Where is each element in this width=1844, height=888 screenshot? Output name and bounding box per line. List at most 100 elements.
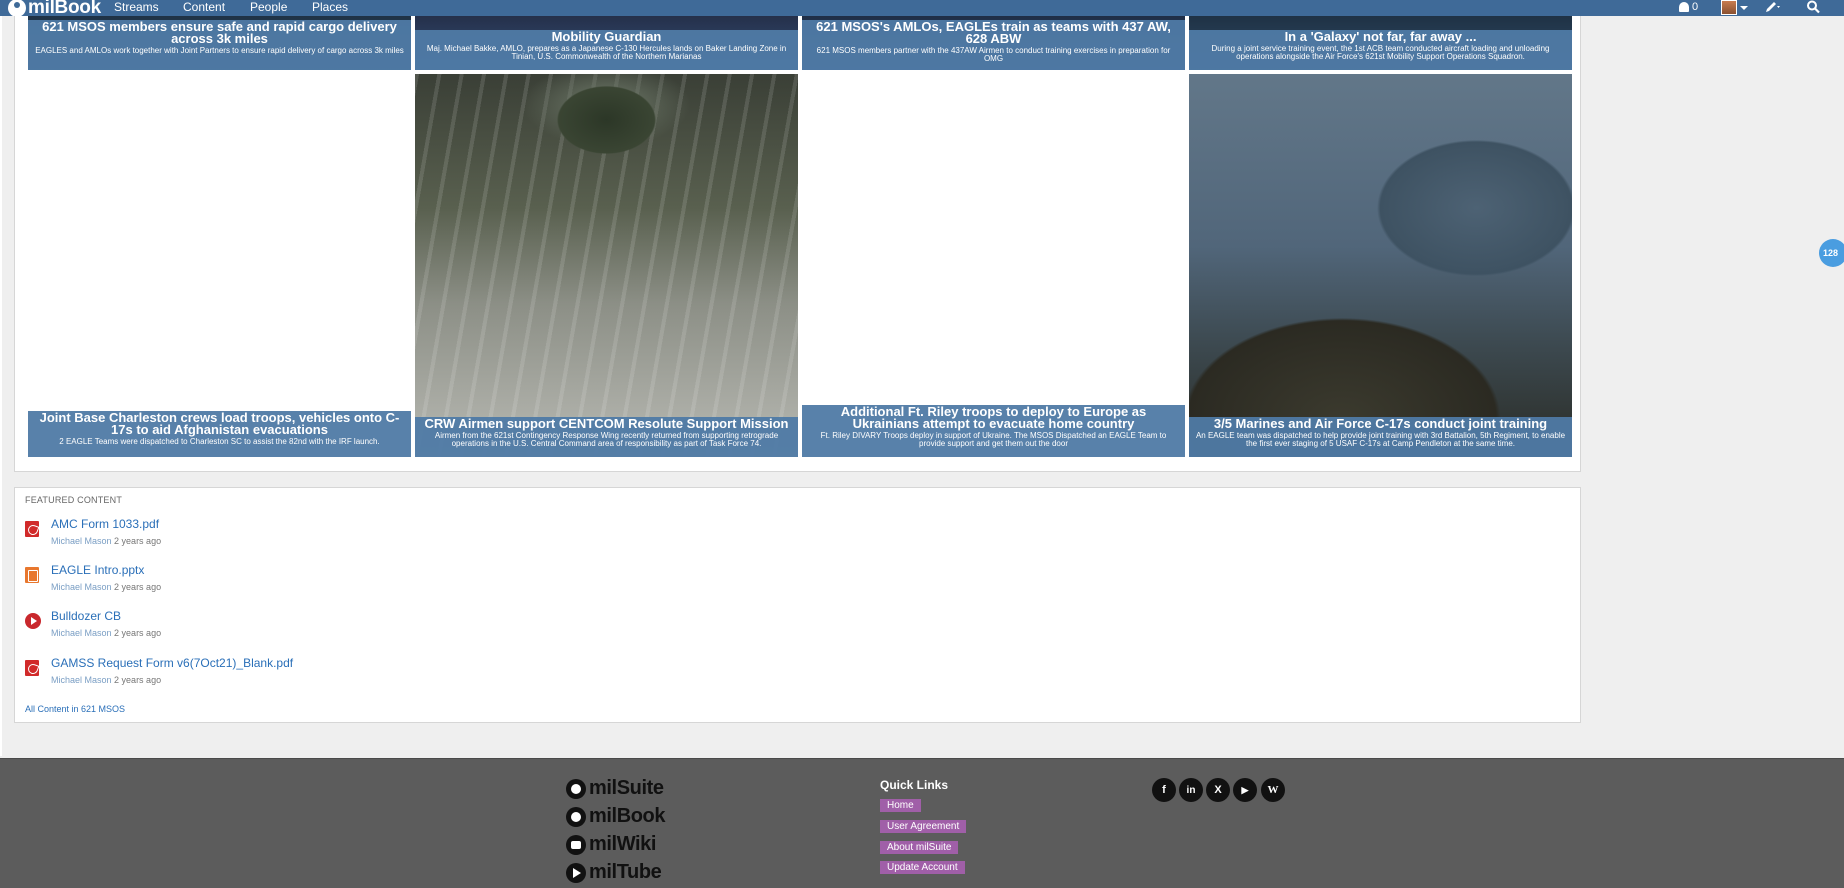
featured-item-title[interactable]: EAGLE Intro.pptx [51,563,144,577]
wikipedia-icon[interactable]: W [1261,778,1285,802]
featured-item-author[interactable]: Michael Mason [51,536,112,546]
tile-title: Additional Ft. Riley troops to deploy to… [840,404,1147,431]
quick-link-user-agreement[interactable]: User Agreement [880,820,967,833]
marines-c17-photo [1189,74,1572,457]
brand-label: milBook [589,805,666,827]
nav-content[interactable]: Content [183,0,225,14]
featured-item-age: 2 years ago [114,582,162,592]
brand-label: milSuite [589,777,664,799]
user-menu[interactable] [1721,0,1748,15]
featured-item-age: 2 years ago [114,536,162,546]
nav-people[interactable]: People [250,0,287,14]
tile-caption: Joint Base Charleston crews load troops,… [28,411,411,457]
tile-caption: 621 MSOS members ensure safe and rapid c… [28,20,411,70]
news-tile[interactable]: In a 'Galaxy' not far, far away ... Duri… [1189,16,1572,70]
linkedin-icon[interactable]: in [1179,778,1203,802]
tile-title: CRW Airmen support CENTCOM Resolute Supp… [424,416,789,431]
tile-caption: Mobility Guardian Maj. Michael Bakke, AM… [415,30,798,70]
tile-description: An EAGLE team was dispatched to help pro… [1195,431,1566,448]
milbook-logo[interactable]: milBook [8,0,101,16]
tile-description: EAGLES and AMLOs work together with Join… [35,46,404,55]
featured-item-title[interactable]: GAMSS Request Form v6(7Oct21)_Blank.pdf [51,656,293,670]
quick-link-update-account[interactable]: Update Account [880,861,965,874]
brand-label: milWiki [589,833,657,855]
tile-caption: 621 MSOS's AMLOs, EAGLEs train as teams … [802,20,1185,70]
milsuite-link[interactable]: milSuite [566,777,664,800]
floating-badge[interactable]: 128 [1819,239,1844,267]
notifications-button[interactable]: 0 [1679,0,1698,14]
news-tile[interactable]: Mobility Guardian Maj. Michael Bakke, AM… [415,16,798,70]
tile-caption: Additional Ft. Riley troops to deploy to… [802,405,1185,457]
search-button[interactable] [1806,0,1822,14]
brand-name: milBook [28,0,101,16]
milbook-link[interactable]: milBook [566,805,666,828]
tile-caption: 3/5 Marines and Air Force C-17s conduct … [1189,417,1572,457]
milwiki-link[interactable]: milWiki [566,833,656,856]
featured-item-meta: Michael Mason 2 years ago [51,628,161,638]
tile-title: Joint Base Charleston crews load troops,… [39,410,400,437]
news-tile[interactable]: CRW Airmen support CENTCOM Resolute Supp… [415,74,798,457]
avatar [1721,0,1737,15]
milbook-icon [566,806,586,827]
x-twitter-icon[interactable]: X [1206,778,1230,802]
tile-caption: In a 'Galaxy' not far, far away ... Duri… [1189,30,1572,70]
left-edge [0,16,2,756]
tile-title: 3/5 Marines and Air Force C-17s conduct … [1213,416,1548,431]
quick-link-about[interactable]: About milSuite [880,841,959,854]
pencil-icon [1766,2,1780,12]
all-content-link[interactable]: All Content in 621 MSOS [25,704,125,714]
news-tile[interactable]: Joint Base Charleston crews load troops,… [28,74,411,457]
tile-description: Ft. Riley DIVARY Troops deploy in suppor… [820,431,1167,448]
news-tile[interactable]: 621 MSOS members ensure safe and rapid c… [28,16,411,70]
tile-description: 2 EAGLE Teams were dispatched to Charles… [59,437,380,446]
tile-description: During a joint service training event, t… [1211,44,1550,61]
helicopter-cargo-photo [415,74,798,457]
search-icon [1807,0,1820,14]
featured-item-author[interactable]: Michael Mason [51,582,112,592]
nav-places[interactable]: Places [312,0,348,14]
featured-item-age: 2 years ago [114,628,162,638]
create-menu[interactable] [1764,0,1782,14]
top-navbar: milBook Streams Content People Places 0 [0,0,1844,16]
pdf-icon [25,521,39,537]
tile-title: Mobility Guardian [551,29,662,44]
play-icon [566,862,586,883]
youtube-icon[interactable]: ▶ [1233,778,1257,802]
bell-icon [1679,2,1689,12]
facebook-icon[interactable]: f [1152,778,1176,802]
quick-link-home[interactable]: Home [880,799,921,812]
footer: milSuite milBook milWiki milTube Quick L… [0,758,1844,888]
tile-description: 621 MSOS members partner with the 437AW … [816,46,1171,63]
milsuite-icon [566,778,586,799]
news-tile[interactable]: 621 MSOS's AMLOs, EAGLEs train as teams … [802,16,1185,70]
video-play-icon [25,613,41,629]
featured-item-title[interactable]: Bulldozer CB [51,609,121,623]
featured-item-author[interactable]: Michael Mason [51,628,112,638]
featured-content-heading: FEATURED CONTENT [25,495,123,505]
tile-title: In a 'Galaxy' not far, far away ... [1284,29,1477,44]
pdf-icon [25,660,39,676]
book-icon [566,834,586,855]
featured-item-meta: Michael Mason 2 years ago [51,582,161,592]
tile-description: Maj. Michael Bakke, AMLO, prepares as a … [426,44,787,61]
news-tiles-panel: 621 MSOS members ensure safe and rapid c… [14,16,1581,472]
miltube-link[interactable]: milTube [566,861,662,884]
nav-streams[interactable]: Streams [114,0,159,14]
featured-item-title[interactable]: AMC Form 1033.pdf [51,517,159,531]
notification-count: 0 [1692,1,1699,13]
featured-item-meta: Michael Mason 2 years ago [51,536,161,546]
pptx-icon [25,567,39,583]
news-tile[interactable]: Additional Ft. Riley troops to deploy to… [802,74,1185,457]
milbook-logo-icon [8,0,26,16]
quick-links-heading: Quick Links [880,778,949,792]
news-tile[interactable]: 3/5 Marines and Air Force C-17s conduct … [1189,74,1572,457]
featured-content-panel: FEATURED CONTENT AMC Form 1033.pdf Micha… [14,487,1581,723]
tile-description: Airmen from the 621st Contingency Respon… [434,431,779,448]
featured-item-age: 2 years ago [114,675,162,685]
featured-item-meta: Michael Mason 2 years ago [51,675,161,685]
tile-caption: CRW Airmen support CENTCOM Resolute Supp… [415,417,798,457]
chevron-down-icon [1740,5,1748,10]
brand-label: milTube [589,861,662,883]
featured-item-author[interactable]: Michael Mason [51,675,112,685]
tile-title: 621 MSOS's AMLOs, EAGLEs train as teams … [816,19,1171,46]
